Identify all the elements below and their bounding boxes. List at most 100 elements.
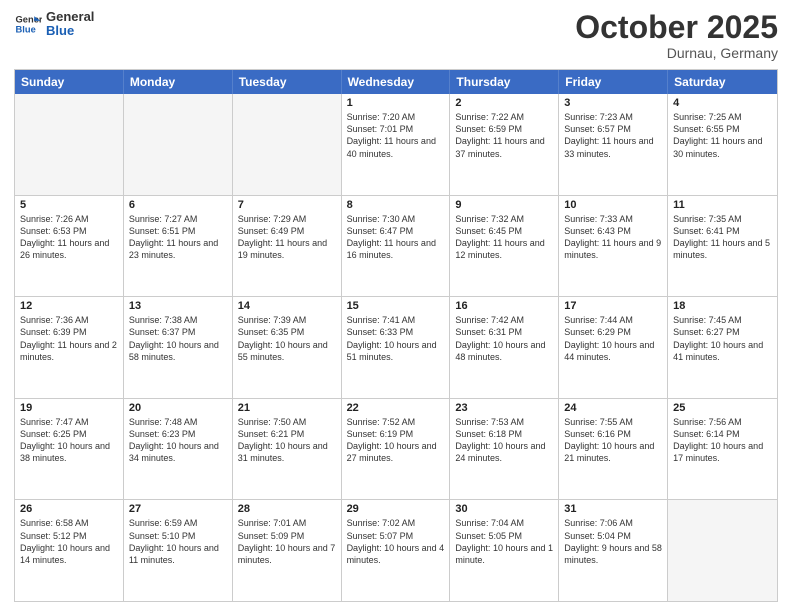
calendar-header: SundayMondayTuesdayWednesdayThursdayFrid…	[15, 70, 777, 94]
day-info: Sunrise: 7:53 AMSunset: 6:18 PMDaylight:…	[455, 416, 553, 465]
calendar-cell: 21 Sunrise: 7:50 AMSunset: 6:21 PMDayligh…	[233, 399, 342, 500]
calendar-cell: 31 Sunrise: 7:06 AMSunset: 5:04 PMDayligh…	[559, 500, 668, 601]
calendar-cell: 14Sunrise: 7:39 AMSunset: 6:35 PMDayligh…	[233, 297, 342, 398]
month-title: October 2025	[575, 10, 778, 45]
day-info: Sunrise: 7:22 AMSunset: 6:59 PMDaylight:…	[455, 111, 553, 160]
day-info: Sunrise: 7:55 AMSunset: 6:16 PMDaylight:…	[564, 416, 662, 465]
day-info: Sunrise: 7:26 AMSunset: 6:53 PMDaylight:…	[20, 213, 118, 262]
calendar-page: General Blue General Blue October 2025 D…	[0, 0, 792, 612]
calendar-cell: 24 Sunrise: 7:55 AMSunset: 6:16 PMDayligh…	[559, 399, 668, 500]
day-number: 10	[564, 199, 662, 211]
day-number: 29	[347, 503, 445, 515]
calendar-row-1: 1 Sunrise: 7:20 AMSunset: 7:01 PMDaylight…	[15, 94, 777, 195]
logo: General Blue General Blue	[14, 10, 94, 39]
day-info: Sunrise: 7:06 AMSunset: 5:04 PMDaylight:…	[564, 517, 662, 566]
day-number: 19	[20, 402, 118, 414]
day-info: Sunrise: 7:52 AMSunset: 6:19 PMDaylight:…	[347, 416, 445, 465]
calendar-cell: 11Sunrise: 7:35 AMSunset: 6:41 PMDayligh…	[668, 196, 777, 297]
day-info: Sunrise: 7:29 AMSunset: 6:49 PMDaylight:…	[238, 213, 336, 262]
day-number: 22	[347, 402, 445, 414]
location: Durnau, Germany	[575, 45, 778, 61]
day-info: Sunrise: 7:33 AMSunset: 6:43 PMDaylight:…	[564, 213, 662, 262]
day-number: 13	[129, 300, 227, 312]
day-number: 4	[673, 97, 772, 109]
calendar-cell: 16 Sunrise: 7:42 AMSunset: 6:31 PMDayligh…	[450, 297, 559, 398]
calendar-cell: 29 Sunrise: 7:02 AMSunset: 5:07 PMDayligh…	[342, 500, 451, 601]
day-info: Sunrise: 7:20 AMSunset: 7:01 PMDaylight:…	[347, 111, 445, 160]
day-info: Sunrise: 7:02 AMSunset: 5:07 PMDaylight:…	[347, 517, 445, 566]
day-number: 16	[455, 300, 553, 312]
header-day-wednesday: Wednesday	[342, 70, 451, 94]
calendar-body: 1 Sunrise: 7:20 AMSunset: 7:01 PMDaylight…	[15, 94, 777, 601]
calendar: SundayMondayTuesdayWednesdayThursdayFrid…	[14, 69, 778, 602]
calendar-cell: 22 Sunrise: 7:52 AMSunset: 6:19 PMDayligh…	[342, 399, 451, 500]
header-day-friday: Friday	[559, 70, 668, 94]
day-number: 9	[455, 199, 553, 211]
calendar-cell	[233, 94, 342, 195]
calendar-cell: 2Sunrise: 7:22 AMSunset: 6:59 PMDaylight…	[450, 94, 559, 195]
calendar-cell: 4Sunrise: 7:25 AMSunset: 6:55 PMDaylight…	[668, 94, 777, 195]
logo-general: General	[46, 10, 94, 24]
day-info: Sunrise: 7:39 AMSunset: 6:35 PMDaylight:…	[238, 314, 336, 363]
calendar-row-5: 26 Sunrise: 6:58 AMSunset: 5:12 PMDayligh…	[15, 499, 777, 601]
day-number: 28	[238, 503, 336, 515]
day-info: Sunrise: 7:45 AMSunset: 6:27 PMDaylight:…	[673, 314, 772, 363]
day-info: Sunrise: 7:56 AMSunset: 6:14 PMDaylight:…	[673, 416, 772, 465]
svg-text:Blue: Blue	[16, 25, 36, 35]
calendar-cell: 18 Sunrise: 7:45 AMSunset: 6:27 PMDayligh…	[668, 297, 777, 398]
calendar-cell: 30 Sunrise: 7:04 AMSunset: 5:05 PMDayligh…	[450, 500, 559, 601]
calendar-row-4: 19 Sunrise: 7:47 AMSunset: 6:25 PMDayligh…	[15, 398, 777, 500]
day-number: 6	[129, 199, 227, 211]
day-info: Sunrise: 7:30 AMSunset: 6:47 PMDaylight:…	[347, 213, 445, 262]
day-info: Sunrise: 7:38 AMSunset: 6:37 PMDaylight:…	[129, 314, 227, 363]
day-number: 5	[20, 199, 118, 211]
calendar-row-3: 12 Sunrise: 7:36 AMSunset: 6:39 PMDayligh…	[15, 296, 777, 398]
day-number: 26	[20, 503, 118, 515]
day-number: 3	[564, 97, 662, 109]
day-number: 15	[347, 300, 445, 312]
calendar-cell: 10 Sunrise: 7:33 AMSunset: 6:43 PMDayligh…	[559, 196, 668, 297]
day-number: 31	[564, 503, 662, 515]
day-info: Sunrise: 6:58 AMSunset: 5:12 PMDaylight:…	[20, 517, 118, 566]
day-info: Sunrise: 7:47 AMSunset: 6:25 PMDaylight:…	[20, 416, 118, 465]
day-number: 18	[673, 300, 772, 312]
calendar-cell: 8Sunrise: 7:30 AMSunset: 6:47 PMDaylight…	[342, 196, 451, 297]
day-info: Sunrise: 7:23 AMSunset: 6:57 PMDaylight:…	[564, 111, 662, 160]
day-info: Sunrise: 7:50 AMSunset: 6:21 PMDaylight:…	[238, 416, 336, 465]
calendar-cell: 6 Sunrise: 7:27 AMSunset: 6:51 PMDaylight…	[124, 196, 233, 297]
calendar-cell: 26 Sunrise: 6:58 AMSunset: 5:12 PMDayligh…	[15, 500, 124, 601]
calendar-cell: 9 Sunrise: 7:32 AMSunset: 6:45 PMDaylight…	[450, 196, 559, 297]
calendar-cell: 7 Sunrise: 7:29 AMSunset: 6:49 PMDaylight…	[233, 196, 342, 297]
calendar-cell: 17Sunrise: 7:44 AMSunset: 6:29 PMDayligh…	[559, 297, 668, 398]
calendar-cell: 13 Sunrise: 7:38 AMSunset: 6:37 PMDayligh…	[124, 297, 233, 398]
day-info: Sunrise: 7:04 AMSunset: 5:05 PMDaylight:…	[455, 517, 553, 566]
logo-icon: General Blue	[14, 10, 42, 38]
day-info: Sunrise: 7:42 AMSunset: 6:31 PMDaylight:…	[455, 314, 553, 363]
day-number: 21	[238, 402, 336, 414]
calendar-cell: 28Sunrise: 7:01 AMSunset: 5:09 PMDayligh…	[233, 500, 342, 601]
day-info: Sunrise: 7:32 AMSunset: 6:45 PMDaylight:…	[455, 213, 553, 262]
day-info: Sunrise: 7:41 AMSunset: 6:33 PMDaylight:…	[347, 314, 445, 363]
day-number: 17	[564, 300, 662, 312]
header-day-thursday: Thursday	[450, 70, 559, 94]
calendar-cell: 12 Sunrise: 7:36 AMSunset: 6:39 PMDayligh…	[15, 297, 124, 398]
day-number: 1	[347, 97, 445, 109]
day-info: Sunrise: 7:35 AMSunset: 6:41 PMDaylight:…	[673, 213, 772, 262]
day-number: 7	[238, 199, 336, 211]
day-number: 20	[129, 402, 227, 414]
header-day-saturday: Saturday	[668, 70, 777, 94]
day-number: 24	[564, 402, 662, 414]
day-number: 12	[20, 300, 118, 312]
day-number: 25	[673, 402, 772, 414]
calendar-cell: 3 Sunrise: 7:23 AMSunset: 6:57 PMDaylight…	[559, 94, 668, 195]
calendar-cell: 15 Sunrise: 7:41 AMSunset: 6:33 PMDayligh…	[342, 297, 451, 398]
day-number: 30	[455, 503, 553, 515]
calendar-cell: 27Sunrise: 6:59 AMSunset: 5:10 PMDayligh…	[124, 500, 233, 601]
day-number: 23	[455, 402, 553, 414]
day-number: 27	[129, 503, 227, 515]
calendar-cell	[15, 94, 124, 195]
calendar-cell: 5 Sunrise: 7:26 AMSunset: 6:53 PMDaylight…	[15, 196, 124, 297]
day-info: Sunrise: 7:36 AMSunset: 6:39 PMDaylight:…	[20, 314, 118, 363]
day-info: Sunrise: 7:27 AMSunset: 6:51 PMDaylight:…	[129, 213, 227, 262]
calendar-cell: 1 Sunrise: 7:20 AMSunset: 7:01 PMDaylight…	[342, 94, 451, 195]
